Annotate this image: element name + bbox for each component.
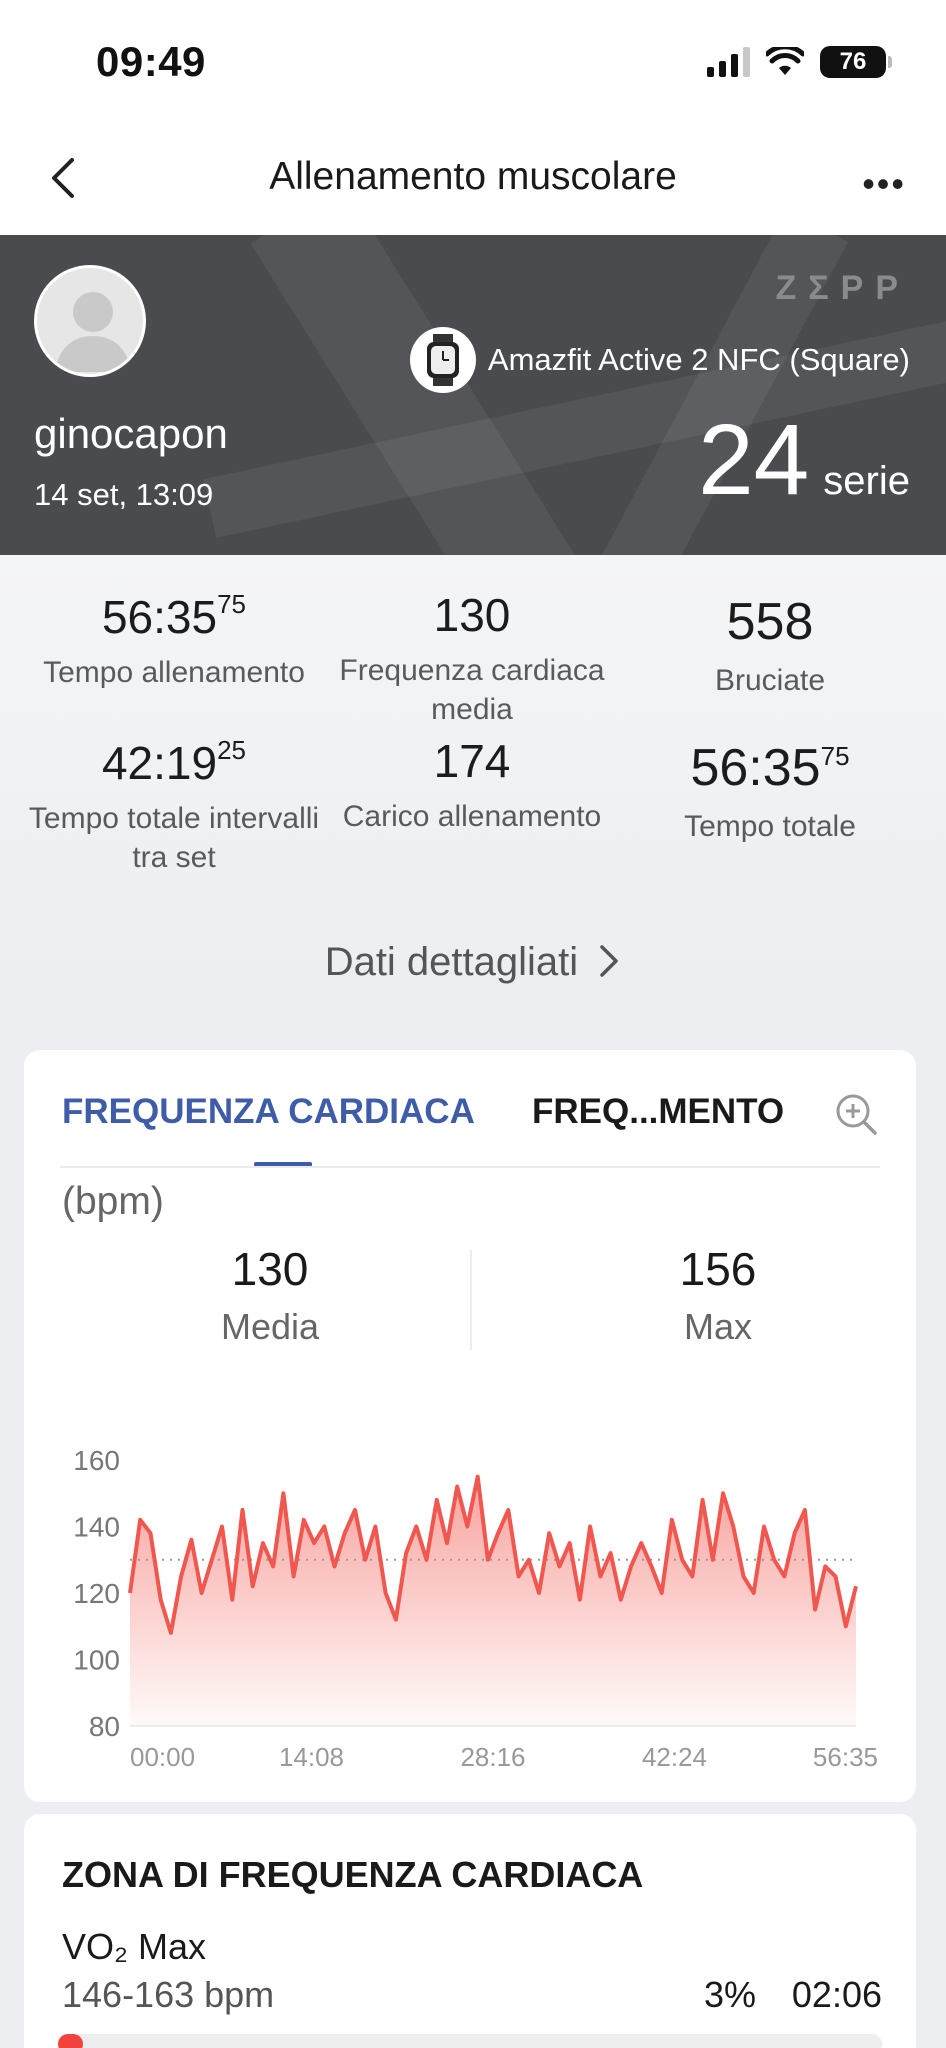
zone-progress-fill xyxy=(58,2034,83,2048)
heart-rate-card: FREQUENZA CARDIACA FREQ...MENTO (bpm) 13… xyxy=(24,1050,916,1802)
device-info: Amazfit Active 2 NFC (Square) xyxy=(409,327,910,393)
detailed-data-label: Dati dettagliati xyxy=(324,940,579,984)
stat-value-fraction: 25 xyxy=(217,735,247,765)
y-tick-label: 80 xyxy=(89,1711,120,1742)
summary-divider xyxy=(470,1250,472,1350)
y-tick-label: 100 xyxy=(73,1645,120,1676)
signal-icon xyxy=(707,47,750,77)
wifi-icon xyxy=(766,47,804,75)
stat-total-time: 56:3575 Tempo totale xyxy=(621,739,919,846)
x-tick-label: 56:35 xyxy=(813,1742,878,1772)
x-tick-label: 28:16 xyxy=(460,1742,525,1772)
status-bar: 09:49 76 xyxy=(0,0,946,125)
workout-date: 14 set, 13:09 xyxy=(34,477,214,512)
stat-value: 174 xyxy=(433,735,511,787)
heart-rate-chart[interactable]: 80 100 120 140 160 00:00 14:08 28:16 42:24 56:35 xyxy=(24,1390,916,1790)
status-icons: 76 xyxy=(707,46,892,78)
avg-heart-rate-summary: 130 Media xyxy=(120,1242,420,1348)
zone-percentage: 3% xyxy=(703,1974,756,2015)
tab-divider xyxy=(60,1166,880,1168)
user-silhouette-icon xyxy=(55,292,131,372)
device-name: Amazfit Active 2 NFC (Square) xyxy=(487,342,910,377)
y-tick-label: 160 xyxy=(73,1445,120,1476)
max-heart-rate-summary: 156 Max xyxy=(568,1242,868,1348)
stat-rest-time: 42:1925 Tempo totale intervalli tra set xyxy=(25,736,323,877)
heart-rate-zone-card: ZONA DI FREQUENZA CARDIACA VO₂ Max 146-1… xyxy=(24,1814,916,2048)
chart-unit: (bpm) xyxy=(62,1180,164,1223)
chevron-right-icon xyxy=(600,945,619,977)
stat-workout-time: 56:3575 Tempo allenamento xyxy=(25,590,323,692)
x-tick-label: 42:24 xyxy=(642,1742,707,1772)
stat-training-load: 174 Carico allenamento xyxy=(323,736,621,836)
stat-label: Frequenza cardiaca media xyxy=(339,653,605,726)
zone-name: VO₂ Max xyxy=(62,1926,206,1967)
stat-value: 42:19 xyxy=(101,737,218,789)
battery-icon: 76 xyxy=(820,46,892,78)
sets-value: 24 xyxy=(698,404,810,516)
more-options-button[interactable]: ••• xyxy=(862,163,906,205)
stat-value: 56:35 xyxy=(101,591,218,643)
stat-label: Bruciate xyxy=(714,664,826,698)
avg-label: Media xyxy=(220,1306,320,1347)
zone-range: 146-163 bpm xyxy=(62,1974,275,2015)
zoom-in-icon[interactable] xyxy=(834,1092,878,1136)
zone-progress-bar xyxy=(58,2034,882,2048)
detailed-data-link[interactable]: Dati dettagliati xyxy=(0,940,946,985)
stat-value: 130 xyxy=(433,589,511,641)
workout-header: ginocapon 14 set, 13:09 ZΣPP Amazfit Act… xyxy=(0,235,946,555)
page-title: Allenamento muscolare xyxy=(269,155,677,198)
tab-heart-rate[interactable]: FREQUENZA CARDIACA xyxy=(62,1092,475,1132)
status-time: 09:49 xyxy=(96,38,206,85)
stat-value-fraction: 75 xyxy=(820,741,850,771)
stat-avg-heart-rate: 130 Frequenza cardiaca media xyxy=(323,590,621,729)
sets-unit: serie xyxy=(823,459,910,503)
stat-label: Tempo allenamento xyxy=(43,655,305,689)
brand-logo: ZΣPP xyxy=(775,269,910,307)
tab-training-frequency[interactable]: FREQ...MENTO xyxy=(532,1092,784,1132)
stat-value-fraction: 75 xyxy=(217,589,247,619)
stat-label: Carico allenamento xyxy=(342,799,602,833)
heart-rate-area xyxy=(130,1476,856,1726)
max-label: Max xyxy=(683,1306,752,1347)
username: ginocapon xyxy=(34,410,228,457)
sets-count: 24 serie xyxy=(698,410,910,510)
y-tick-label: 140 xyxy=(73,1512,120,1543)
stat-label: Tempo totale intervalli tra set xyxy=(28,801,320,874)
stat-calories: 558 Bruciate xyxy=(621,593,919,700)
avatar[interactable] xyxy=(34,265,146,377)
zone-card-title: ZONA DI FREQUENZA CARDIACA xyxy=(62,1854,644,1895)
nav-bar: Allenamento muscolare ••• xyxy=(0,125,946,235)
x-tick-label: 14:08 xyxy=(279,1742,344,1772)
x-tick-label: 00:00 xyxy=(130,1742,195,1772)
y-tick-label: 120 xyxy=(73,1578,120,1609)
avg-value: 130 xyxy=(231,1243,309,1295)
watch-icon xyxy=(409,327,476,393)
stat-value: 558 xyxy=(726,593,814,651)
max-value: 156 xyxy=(679,1243,757,1295)
stat-value: 56:35 xyxy=(690,739,821,797)
zone-time: 02:06 xyxy=(791,1974,882,2015)
stat-label: Tempo totale xyxy=(684,810,856,844)
